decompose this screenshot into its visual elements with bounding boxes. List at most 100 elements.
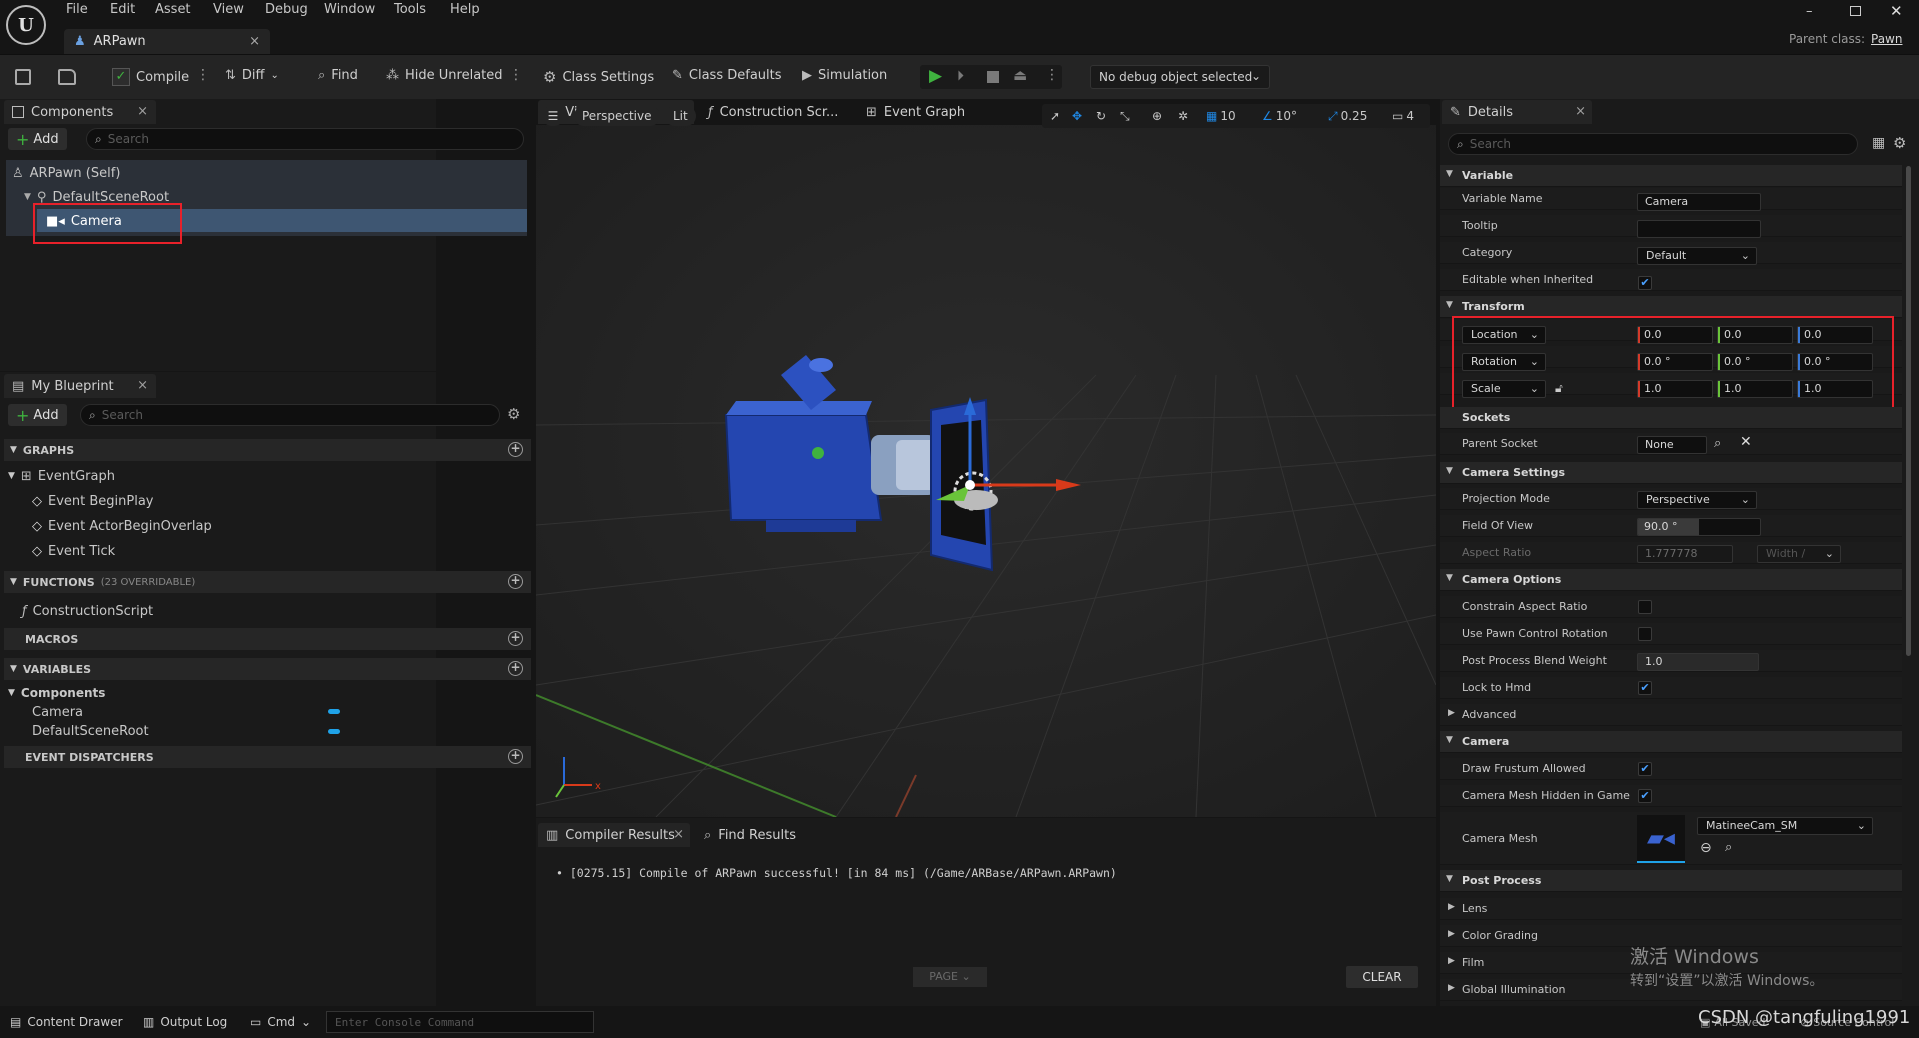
tab-compiler-results[interactable]: ▥ Compiler Results × (538, 823, 690, 847)
camera-mesh-thumbnail[interactable]: ▰◂ (1637, 815, 1685, 863)
use-selected-icon[interactable]: ⊖ (1700, 840, 1712, 856)
scale-snap-toggle[interactable]: ⤢ 0.25 (1328, 107, 1367, 125)
close-icon[interactable]: × (673, 827, 684, 842)
parent-class-link[interactable]: Pawn (1871, 32, 1902, 46)
lock-to-hmd-checkbox[interactable]: ✔ (1638, 681, 1652, 695)
event-actorbeginoverlap-item[interactable]: ◇ Event ActorBeginOverlap (32, 516, 212, 536)
output-log-button[interactable]: ▥ Output Log (143, 1015, 227, 1029)
tab-details[interactable]: ✎ Details × (1442, 100, 1592, 124)
variable-name-field[interactable]: Camera (1637, 193, 1761, 211)
close-icon[interactable]: × (1575, 104, 1586, 119)
add-function-icon[interactable]: + (508, 574, 523, 589)
console-command-input[interactable]: Enter Console Command (326, 1011, 594, 1033)
maximize-button[interactable] (1850, 6, 1861, 16)
advanced-row[interactable]: ▶ Advanced (1440, 704, 1902, 726)
menu-tools[interactable]: Tools (394, 2, 426, 17)
viewport-menu-button[interactable]: ☰ (542, 106, 564, 126)
close-window-button[interactable]: ✕ (1890, 2, 1903, 20)
content-drawer-button[interactable]: ▤ Content Drawer (10, 1015, 123, 1029)
my-blueprint-search-input[interactable]: ⌕ Search (80, 404, 500, 426)
variable-defaultsceneroot-item[interactable]: DefaultSceneRoot (32, 721, 149, 741)
grid-snap-toggle[interactable]: ▦ 10 (1206, 107, 1236, 125)
clear-socket-icon[interactable]: ✕ (1740, 434, 1752, 450)
event-dispatchers-section-header[interactable]: EVENT DISPATCHERS + (4, 746, 531, 768)
camera-speed-button[interactable]: ▭ 4 (1392, 107, 1414, 125)
close-icon[interactable]: × (249, 34, 260, 49)
category-select[interactable]: Default ⌄ (1637, 247, 1757, 265)
add-graph-icon[interactable]: + (508, 442, 523, 457)
tab-components[interactable]: Components × (4, 100, 156, 124)
add-dispatcher-icon[interactable]: + (508, 749, 523, 764)
gear-icon[interactable]: ⚙ (1893, 134, 1906, 152)
class-settings-button[interactable]: ⚙ Class Settings (543, 68, 654, 86)
cmd-select[interactable]: ▭ Cmd ⌄ (250, 1015, 311, 1029)
tooltip-field[interactable] (1637, 220, 1761, 238)
menu-view[interactable]: View (213, 2, 244, 17)
tab-find-results[interactable]: ⌕ Find Results (696, 823, 826, 847)
diff-button[interactable]: ⇅ Diff ⌄ (225, 68, 279, 83)
close-icon[interactable]: × (137, 378, 148, 393)
unreal-logo-icon[interactable]: U (6, 5, 46, 45)
compile-options-icon[interactable]: ⋮ (196, 67, 210, 83)
expand-arrow-icon[interactable]: ▼ (24, 192, 31, 202)
editable-inherited-checkbox[interactable]: ✔ (1638, 276, 1652, 290)
add-blueprint-item-button[interactable]: + Add (8, 404, 67, 426)
add-component-button[interactable]: + Add (8, 128, 67, 150)
menu-window[interactable]: Window (324, 2, 375, 17)
post-process-section-header[interactable]: ▼ Post Process (1440, 870, 1902, 892)
step-icon[interactable]: ⏵ (957, 68, 964, 84)
components-search-input[interactable]: ⌕ Search (86, 128, 524, 150)
tree-item-self[interactable]: ♙ ARPawn (Self) (12, 163, 120, 183)
details-search-input[interactable]: ⌕ Search (1448, 133, 1858, 155)
event-graph-item[interactable]: ▼ ⊞ EventGraph (8, 466, 115, 486)
functions-section-header[interactable]: ▼ FUNCTIONS (23 OVERRIDABLE) + (4, 571, 531, 593)
camera-mesh-select[interactable]: MatineeCam_SM ⌄ (1697, 817, 1873, 835)
gear-icon[interactable]: ⚙ (507, 405, 520, 423)
menu-debug[interactable]: Debug (265, 2, 308, 17)
blend-weight-field[interactable]: 1.0 (1637, 653, 1759, 671)
pawn-control-rotation-checkbox[interactable] (1638, 627, 1652, 641)
transform-section-header[interactable]: ▼ Transform (1440, 296, 1902, 318)
minimize-button[interactable]: – (1806, 4, 1813, 19)
debug-object-select[interactable]: No debug object selected ⌄ (1090, 65, 1270, 89)
simulation-button[interactable]: ▶ Simulation (802, 68, 887, 83)
stop-icon[interactable] (987, 71, 999, 83)
draw-frustum-checkbox[interactable]: ✔ (1638, 762, 1652, 776)
camera-settings-section-header[interactable]: ▼ Camera Settings (1440, 462, 1902, 484)
event-tick-item[interactable]: ◇ Event Tick (32, 541, 115, 561)
browse-asset-icon[interactable]: ⌕ (1725, 840, 1732, 855)
compile-button[interactable]: ✓ Compile (112, 68, 189, 86)
construction-script-item[interactable]: ƒ ConstructionScript (22, 601, 153, 621)
perspective-button[interactable]: Perspective (574, 106, 660, 126)
eject-icon[interactable]: ⏏ (1013, 66, 1027, 84)
details-scrollbar[interactable] (1906, 166, 1911, 656)
save-icon[interactable] (15, 69, 31, 85)
translate-mode-icon[interactable]: ✥ (1072, 107, 1082, 125)
parent-socket-field[interactable]: None (1637, 436, 1707, 454)
tab-construction-script[interactable]: ƒ Construction Scr... (700, 100, 860, 124)
browse-socket-icon[interactable]: ⌕ (1714, 436, 1721, 451)
lens-row[interactable]: ▶ Lens (1440, 898, 1902, 920)
close-icon[interactable]: × (137, 104, 148, 119)
table-view-icon[interactable]: ▦ (1872, 135, 1885, 151)
rotation-snap-toggle[interactable]: ∠ 10° (1262, 107, 1297, 125)
tab-my-blueprint[interactable]: ▤ My Blueprint × (4, 374, 156, 398)
world-space-icon[interactable]: ⊕ (1152, 107, 1162, 125)
page-button[interactable]: PAGE ⌄ (913, 967, 987, 987)
class-defaults-button[interactable]: ✎ Class Defaults (672, 68, 782, 83)
constrain-aspect-checkbox[interactable] (1638, 600, 1652, 614)
menu-file[interactable]: File (66, 2, 88, 17)
hide-unrelated-button[interactable]: ⁂ Hide Unrelated (386, 68, 503, 83)
variable-section-header[interactable]: ▼ Variable (1440, 165, 1902, 187)
hide-options-icon[interactable]: ⋮ (509, 67, 523, 83)
camera-options-section-header[interactable]: ▼ Camera Options (1440, 569, 1902, 591)
select-mode-icon[interactable]: ➚ (1050, 107, 1060, 125)
variables-section-header[interactable]: ▼ VARIABLES + (4, 658, 531, 680)
scale-mode-icon[interactable]: ⤡ (1120, 107, 1130, 125)
components-group-item[interactable]: ▼ Components (8, 683, 105, 703)
projection-mode-select[interactable]: Perspective ⌄ (1637, 491, 1757, 509)
macros-section-header[interactable]: MACROS + (4, 628, 531, 650)
graphs-section-header[interactable]: ▼ GRAPHS + (4, 439, 531, 461)
rotate-mode-icon[interactable]: ↻ (1096, 107, 1106, 125)
menu-edit[interactable]: Edit (110, 2, 135, 17)
